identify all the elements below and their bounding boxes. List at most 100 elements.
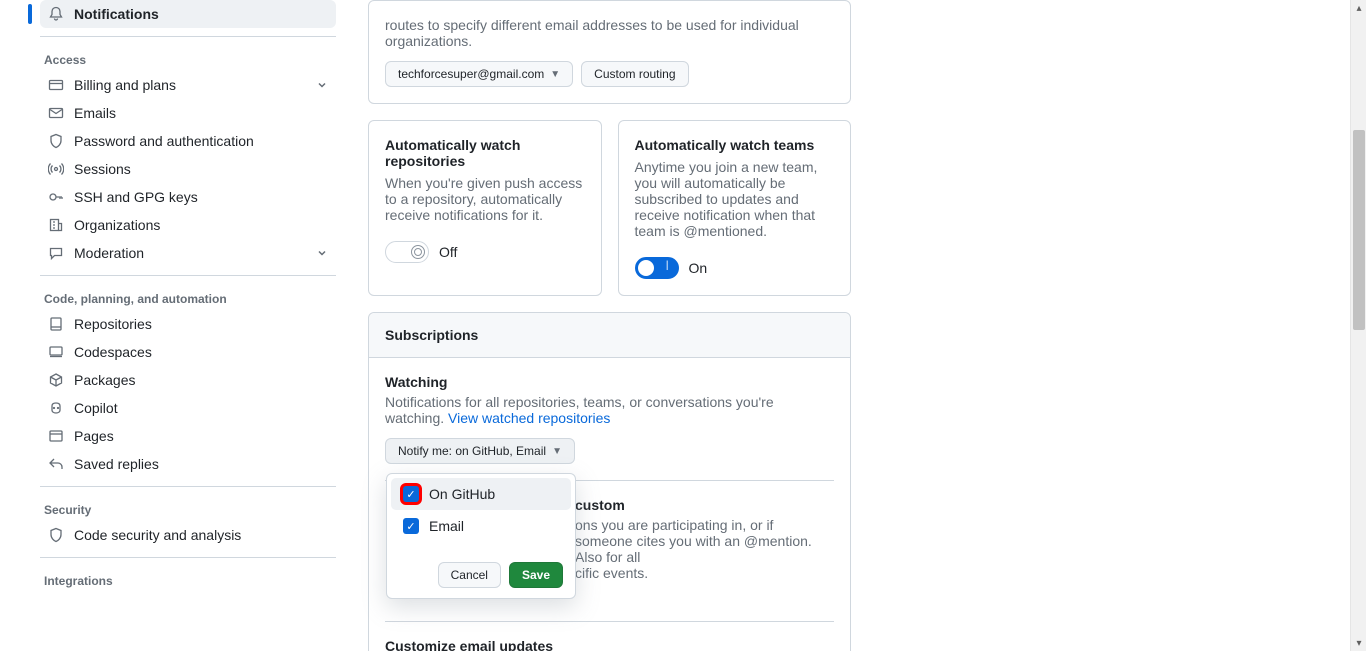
watching-notify-dropdown[interactable]: Notify me: on GitHub, Email ▼ (385, 438, 575, 464)
auto-watch-teams-card: Automatically watch teams Anytime you jo… (618, 120, 852, 296)
card-title: Automatically watch repositories (385, 137, 585, 169)
popup-cancel-button[interactable]: Cancel (438, 562, 501, 588)
shield-icon (48, 133, 64, 149)
chevron-down-icon (316, 79, 328, 91)
key-icon (48, 189, 64, 205)
auto-watch-teams-toggle[interactable] (635, 257, 679, 279)
package-icon (48, 372, 64, 388)
sidebar-item-billing[interactable]: Billing and plans (40, 71, 336, 99)
nav-label: Password and authentication (74, 133, 254, 149)
spacer (867, 0, 1350, 651)
popup-save-button[interactable]: Save (509, 562, 563, 588)
scrollbar[interactable]: ▴ ▾ (1350, 0, 1366, 651)
sidebar-item-emails[interactable]: Emails (40, 99, 336, 127)
sidebar-item-saved-replies[interactable]: Saved replies (40, 450, 336, 478)
btn-label: Cancel (451, 568, 488, 582)
nav-section-access: Access Billing and plans Emails Password… (40, 36, 336, 267)
main-content: routes to specify different email addres… (352, 0, 867, 651)
sidebar-item-sessions[interactable]: Sessions (40, 155, 336, 183)
option-label: Email (429, 518, 464, 534)
nav-label: Notifications (74, 6, 159, 22)
subscriptions-header: Subscriptions (369, 313, 850, 358)
nav-label: Emails (74, 105, 116, 121)
caret-down-icon: ▼ (550, 69, 560, 80)
nav-label: Repositories (74, 316, 152, 332)
nav-label: Pages (74, 428, 114, 444)
sidebar-item-organizations[interactable]: Organizations (40, 211, 336, 239)
scroll-up-arrow[interactable]: ▴ (1351, 0, 1366, 16)
default-email-card: routes to specify different email addres… (368, 0, 851, 104)
toggle-state: On (689, 260, 708, 276)
subscriptions-card: Subscriptions Watching Notifications for… (368, 312, 851, 651)
watching-title: Watching (385, 374, 834, 390)
card-icon (48, 77, 64, 93)
sidebar-item-codespaces[interactable]: Codespaces (40, 338, 336, 366)
chevron-down-icon (316, 247, 328, 259)
sidebar-item-packages[interactable]: Packages (40, 366, 336, 394)
nav-heading: Security (40, 495, 336, 521)
nav-label: Codespaces (74, 344, 152, 360)
browser-icon (48, 428, 64, 444)
auto-watch-repos-toggle[interactable] (385, 241, 429, 263)
nav-label: Billing and plans (74, 77, 176, 93)
shield-icon (48, 527, 64, 543)
email-routing-desc: routes to specify different email addres… (385, 17, 834, 49)
nav-section-security: Security Code security and analysis (40, 486, 336, 549)
popup-option-github[interactable]: ✓ On GitHub (391, 478, 571, 510)
watching-desc: Notifications for all repositories, team… (385, 394, 834, 426)
scroll-down-arrow[interactable]: ▾ (1351, 635, 1366, 651)
copilot-icon (48, 400, 64, 416)
card-title: Automatically watch teams (635, 137, 835, 153)
checkbox-icon: ✓ (403, 518, 419, 534)
nav-label: Code security and analysis (74, 527, 241, 543)
default-email-dropdown[interactable]: techforcesuper@gmail.com ▼ (385, 61, 573, 87)
sidebar-item-pages[interactable]: Pages (40, 422, 336, 450)
checkbox-icon: ✓ (403, 486, 419, 502)
nav-heading: Integrations (40, 566, 336, 592)
nav-heading: Access (40, 45, 336, 71)
sidebar-item-moderation[interactable]: Moderation (40, 239, 336, 267)
nav-label: Sessions (74, 161, 131, 177)
repo-icon (48, 316, 64, 332)
btn-label: Custom routing (594, 67, 675, 81)
customize-block: Customize email updates Choose which add… (369, 622, 850, 651)
sidebar-item-copilot[interactable]: Copilot (40, 394, 336, 422)
nav-section-code: Code, planning, and automation Repositor… (40, 275, 336, 478)
sidebar-item-repositories[interactable]: Repositories (40, 310, 336, 338)
caret-down-icon: ▼ (552, 446, 562, 457)
sidebar-item-notifications[interactable]: Notifications (40, 0, 336, 28)
nav-label: SSH and GPG keys (74, 189, 198, 205)
auto-watch-repos-card: Automatically watch repositories When yo… (368, 120, 602, 296)
scroll-thumb[interactable] (1353, 130, 1365, 330)
option-label: On GitHub (429, 486, 495, 502)
customize-title: Customize email updates (385, 638, 834, 651)
bell-icon (48, 6, 64, 22)
comment-icon (48, 245, 64, 261)
btn-label: Notify me: on GitHub, Email (398, 444, 546, 458)
nav-label: Saved replies (74, 456, 159, 472)
toggle-state: Off (439, 244, 457, 260)
watching-block: Watching Notifications for all repositor… (369, 358, 850, 480)
nav-section-integrations: Integrations (40, 557, 336, 592)
nav-label: Moderation (74, 245, 144, 261)
nav-label: Copilot (74, 400, 118, 416)
btn-label: techforcesuper@gmail.com (398, 67, 544, 81)
reply-icon (48, 456, 64, 472)
sidebar-item-password[interactable]: Password and authentication (40, 127, 336, 155)
card-desc: When you're given push access to a repos… (385, 175, 585, 223)
sidebar-item-ssh[interactable]: SSH and GPG keys (40, 183, 336, 211)
broadcast-icon (48, 161, 64, 177)
custom-routing-button[interactable]: Custom routing (581, 61, 688, 87)
card-desc: Anytime you join a new team, you will au… (635, 159, 835, 239)
mail-icon (48, 105, 64, 121)
settings-sidebar: Notifications Access Billing and plans E… (0, 0, 352, 651)
notify-me-popup: ✓ On GitHub ✓ Email Cancel Save (386, 473, 576, 599)
nav-label: Packages (74, 372, 135, 388)
sidebar-item-code-security[interactable]: Code security and analysis (40, 521, 336, 549)
btn-label: Save (522, 568, 550, 582)
codespaces-icon (48, 344, 64, 360)
organization-icon (48, 217, 64, 233)
popup-option-email[interactable]: ✓ Email (391, 510, 571, 542)
nav-label: Organizations (74, 217, 160, 233)
view-watched-link[interactable]: View watched repositories (448, 410, 610, 426)
